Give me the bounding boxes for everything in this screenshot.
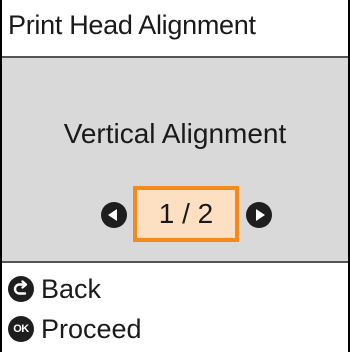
back-icon [8,276,34,302]
title-bar: Print Head Alignment [2,0,348,58]
triangle-left-icon [108,209,117,221]
footer-actions: Back OK Proceed [2,263,348,352]
pattern-selector: 1 / 2 [2,186,348,246]
triangle-right-icon [256,209,265,221]
current-page: 1 [158,198,175,229]
main-content: Vertical Alignment 1 / 2 [2,58,348,263]
ok-icon-text: OK [13,323,29,335]
back-action[interactable]: Back [8,271,101,307]
total-pages: 2 [197,198,214,229]
pattern-number-box[interactable]: 1 / 2 [133,186,239,242]
page-separator: / [182,198,190,229]
proceed-label: Proceed [41,313,142,344]
alignment-heading: Vertical Alignment [63,118,287,149]
page-title: Print Head Alignment [8,10,256,40]
previous-button[interactable] [101,202,127,228]
printer-panel-screen: Print Head Alignment Vertical Alignment … [0,0,350,352]
proceed-action[interactable]: OK Proceed [8,311,142,347]
back-label: Back [41,273,102,304]
next-button[interactable] [246,202,272,228]
ok-icon: OK [8,316,34,342]
